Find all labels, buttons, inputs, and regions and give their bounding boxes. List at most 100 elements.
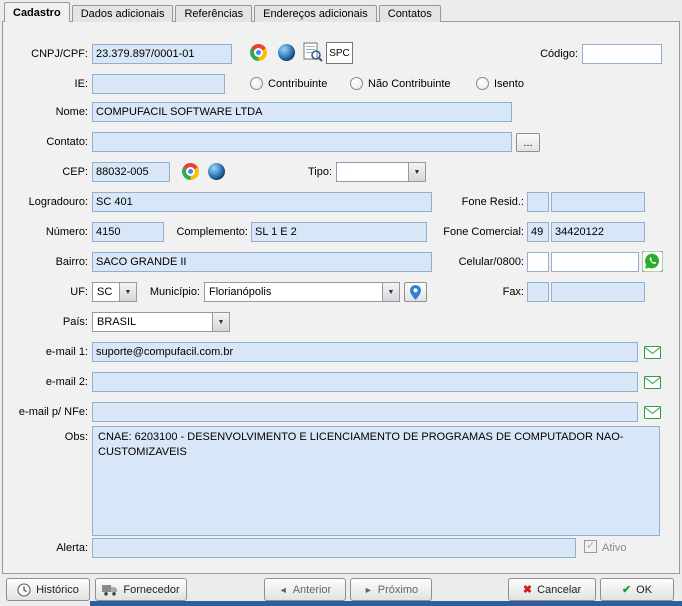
cnpj-label: CNPJ/CPF: <box>2 48 88 60</box>
fone-resid-ddd-input[interactable] <box>527 192 549 212</box>
spc-button[interactable]: SPC <box>326 42 353 64</box>
radio-isento-label: Isento <box>494 78 524 90</box>
radio-circle-icon <box>250 77 263 90</box>
fone-comercial-label: Fone Comercial: <box>428 226 524 238</box>
numero-input[interactable] <box>92 222 164 242</box>
tab-referencias[interactable]: Referências <box>175 5 252 22</box>
fornecedor-label: Fornecedor <box>123 584 179 596</box>
contato-input[interactable] <box>92 132 512 152</box>
email1-label: e-mail 1: <box>2 346 88 358</box>
proximo-label: Próximo <box>378 584 418 596</box>
fone-resid-num-input[interactable] <box>551 192 645 212</box>
obs-textarea[interactable]: CNAE: 6203100 - DESENVOLVIMENTO E LICENC… <box>92 426 660 536</box>
radio-nao-contribuinte[interactable]: Não Contribuinte <box>350 77 451 90</box>
ativo-checkbox[interactable]: ✓ <box>584 540 597 553</box>
ok-check-icon: ✔ <box>622 583 631 596</box>
numero-label: Número: <box>2 226 88 238</box>
fax-label: Fax: <box>436 286 524 298</box>
chrome-icon[interactable] <box>250 44 267 61</box>
fone-resid-label: Fone Resid.: <box>436 196 524 208</box>
contato-label: Contato: <box>2 136 88 148</box>
contato-browse-button[interactable]: ... <box>516 133 540 152</box>
cep-label: CEP: <box>2 166 88 178</box>
ok-label: OK <box>636 584 652 596</box>
celular-label: Celular/0800: <box>428 256 524 268</box>
pais-select[interactable]: BRASIL ▼ <box>92 312 230 332</box>
complemento-input[interactable] <box>251 222 427 242</box>
uf-label: UF: <box>2 286 88 298</box>
complemento-label: Complemento: <box>166 226 248 238</box>
codigo-input[interactable] <box>582 44 662 64</box>
tab-cadastro[interactable]: Cadastro <box>4 2 70 22</box>
ie-input[interactable] <box>92 74 225 94</box>
bairro-input[interactable] <box>92 252 432 272</box>
radio-isento[interactable]: Isento <box>476 77 524 90</box>
globe-icon[interactable] <box>208 163 225 180</box>
radio-contribuinte[interactable]: Contribuinte <box>250 77 327 90</box>
municipio-select[interactable]: Florianópolis ▼ <box>204 282 400 302</box>
fornecedor-button[interactable]: Fornecedor <box>95 578 187 601</box>
email-nfe-input[interactable] <box>92 402 638 422</box>
municipio-value: Florianópolis <box>205 283 382 301</box>
uf-select[interactable]: SC ▼ <box>92 282 137 302</box>
globe-icon[interactable] <box>278 44 295 61</box>
cancelar-label: Cancelar <box>537 584 581 596</box>
fax-num-input[interactable] <box>551 282 645 302</box>
tab-enderecos-adicionais[interactable]: Endereços adicionais <box>254 5 377 22</box>
anterior-button[interactable]: ◄ Anterior <box>264 578 346 601</box>
history-icon <box>17 583 31 597</box>
tab-bar: Cadastro Dados adicionais Referências En… <box>4 2 441 22</box>
email-icon[interactable] <box>644 406 661 422</box>
radio-nao-contribuinte-label: Não Contribuinte <box>368 78 451 90</box>
codigo-label: Código: <box>500 48 578 60</box>
document-search-icon[interactable] <box>303 42 323 65</box>
tab-contatos[interactable]: Contatos <box>379 5 441 22</box>
dropdown-arrow-icon[interactable]: ▼ <box>212 313 229 331</box>
uf-value: SC <box>93 283 119 301</box>
logradouro-label: Logradouro: <box>2 196 88 208</box>
email-icon[interactable] <box>644 376 661 392</box>
celular-ddd-input[interactable] <box>527 252 549 272</box>
cnpj-input[interactable] <box>92 44 232 64</box>
bairro-label: Bairro: <box>2 256 88 268</box>
dropdown-arrow-icon[interactable]: ▼ <box>119 283 136 301</box>
historico-button[interactable]: Histórico <box>6 578 90 601</box>
fone-comercial-num-input[interactable] <box>551 222 645 242</box>
alerta-label: Alerta: <box>2 542 88 554</box>
fone-comercial-ddd-input[interactable] <box>527 222 549 242</box>
nome-input[interactable] <box>92 102 512 122</box>
map-pin-button[interactable] <box>404 282 427 302</box>
email1-input[interactable] <box>92 342 638 362</box>
historico-label: Histórico <box>36 584 79 596</box>
ie-label: IE: <box>2 78 88 90</box>
pais-label: País: <box>2 316 88 328</box>
chrome-icon[interactable] <box>182 163 199 180</box>
arrow-right-icon: ► <box>364 585 373 595</box>
dropdown-arrow-icon[interactable]: ▼ <box>408 163 425 181</box>
celular-num-input[interactable] <box>551 252 639 272</box>
email-icon[interactable] <box>644 346 661 362</box>
logradouro-input[interactable] <box>92 192 432 212</box>
arrow-left-icon: ◄ <box>279 585 288 595</box>
email-nfe-label: e-mail p/ NFe: <box>2 406 88 418</box>
municipio-label: Município: <box>138 286 200 298</box>
nome-label: Nome: <box>2 106 88 118</box>
tipo-select[interactable]: ▼ <box>336 162 426 182</box>
dropdown-arrow-icon[interactable]: ▼ <box>382 283 399 301</box>
tipo-value <box>337 163 408 181</box>
proximo-button[interactable]: ► Próximo <box>350 578 432 601</box>
radio-contribuinte-label: Contribuinte <box>268 78 327 90</box>
cancel-x-icon: ✖ <box>523 583 532 596</box>
anterior-label: Anterior <box>293 584 332 596</box>
cep-input[interactable] <box>92 162 170 182</box>
obs-label: Obs: <box>2 431 88 443</box>
cancelar-button[interactable]: ✖ Cancelar <box>508 578 596 601</box>
cadastro-window: Cadastro Dados adicionais Referências En… <box>0 0 682 606</box>
email2-input[interactable] <box>92 372 638 392</box>
fax-ddd-input[interactable] <box>527 282 549 302</box>
pais-value: BRASIL <box>93 313 212 331</box>
whatsapp-icon[interactable] <box>642 251 663 275</box>
tab-dados-adicionais[interactable]: Dados adicionais <box>72 5 174 22</box>
ok-button[interactable]: ✔ OK <box>600 578 674 601</box>
alerta-input[interactable] <box>92 538 576 558</box>
